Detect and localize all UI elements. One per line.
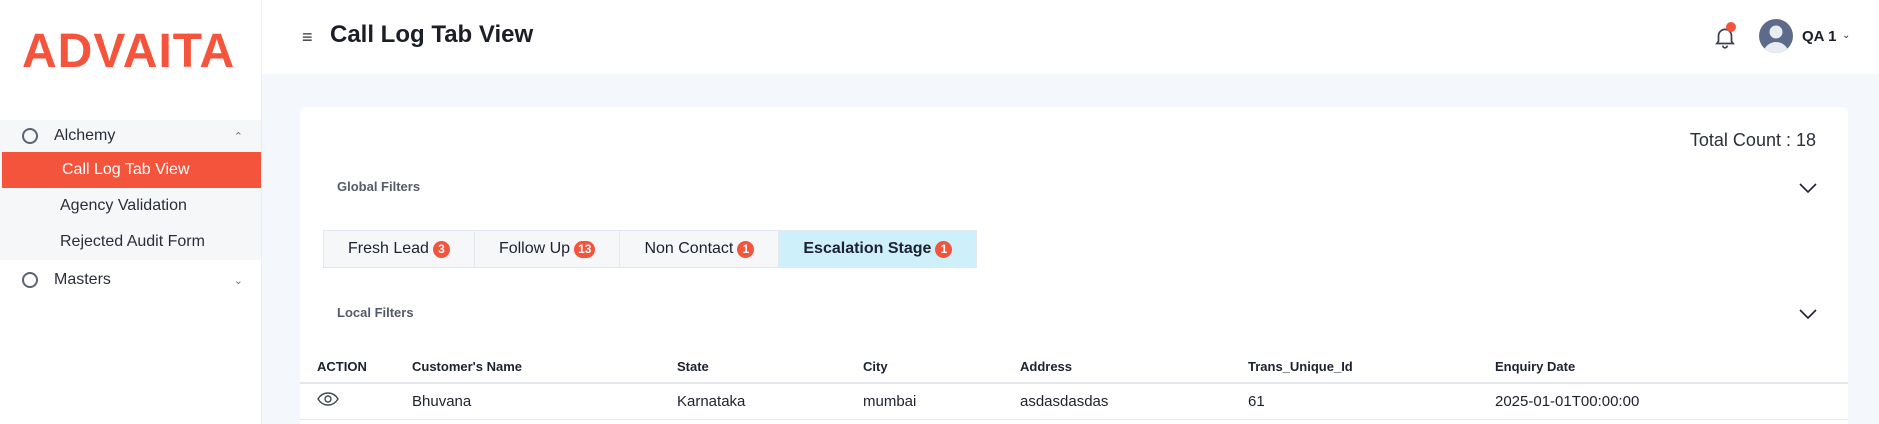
tab-follow-up[interactable]: Follow Up 13	[475, 231, 621, 267]
column-header: ACTION	[300, 351, 412, 384]
column-header: State	[677, 351, 863, 384]
column-header: Enquiry Date	[1495, 351, 1848, 384]
tab-non-contact[interactable]: Non Contact 1	[620, 231, 780, 267]
action-cell	[300, 383, 412, 420]
state-cell: Karnataka	[677, 383, 863, 420]
sidebar-group-alchemy[interactable]: Alchemy ⌃	[0, 120, 261, 152]
chevron-down-icon[interactable]: ⌄	[1842, 30, 1850, 41]
table-header-row: ACTION Customer's Name State City Addres…	[300, 351, 1848, 384]
table-row: Bhuvana Karnataka mumbai asdasdasdas 61 …	[300, 383, 1848, 420]
circle-icon	[22, 128, 38, 144]
page-title: Call Log Tab View	[330, 21, 534, 48]
chevron-down-icon: ⌄	[233, 275, 243, 287]
customer-name-cell: Bhuvana	[412, 383, 677, 420]
chevron-down-icon[interactable]	[1798, 182, 1818, 194]
brand-logo[interactable]: ADVAITA	[22, 24, 235, 79]
sidebar: ADVAITA Alchemy ⌃ Call Log Tab View Agen…	[0, 0, 262, 424]
user-avatar-icon[interactable]	[1759, 19, 1793, 53]
sidebar-group-label: Alchemy	[54, 127, 116, 144]
column-header: Customer's Name	[412, 351, 677, 384]
count-badge: 3	[432, 240, 450, 258]
hamburger-icon[interactable]: ≡	[302, 27, 313, 48]
count-badge: 13	[574, 240, 596, 258]
tab-label: Non Contact	[644, 240, 734, 257]
tab-label: Escalation Stage	[803, 240, 932, 257]
user-name[interactable]: QA 1	[1802, 28, 1836, 45]
sidebar-submenu-alchemy: Call Log Tab View Agency Validation Reje…	[0, 152, 261, 260]
sidebar-item-rejected-audit-form[interactable]: Rejected Audit Form	[0, 224, 261, 260]
sidebar-item-call-log-tab-view[interactable]: Call Log Tab View	[2, 152, 261, 188]
circle-icon	[22, 272, 38, 288]
eye-icon[interactable]	[317, 392, 339, 406]
sidebar-menu: Alchemy ⌃ Call Log Tab View Agency Valid…	[0, 120, 261, 296]
tab-escalation-stage[interactable]: Escalation Stage 1	[779, 231, 977, 267]
call-log-table: ACTION Customer's Name State City Addres…	[300, 351, 1848, 420]
chevron-up-icon: ⌃	[233, 131, 243, 143]
global-filters-label[interactable]: Global Filters	[337, 179, 420, 194]
stage-tabs: Fresh Lead 3 Follow Up 13 Non Contact 1 …	[323, 230, 978, 268]
enquiry-date-cell: 2025-01-01T00:00:00	[1495, 383, 1848, 420]
column-header: Trans_Unique_Id	[1248, 351, 1495, 384]
total-count: Total Count : 18	[1689, 130, 1816, 150]
chevron-down-icon[interactable]	[1798, 308, 1818, 320]
count-badge: 1	[737, 240, 755, 258]
local-filters-label[interactable]: Local Filters	[337, 305, 414, 320]
main-card: Total Count : 18 Global Filters Fresh Le…	[300, 107, 1848, 424]
sidebar-group-label: Masters	[54, 271, 111, 288]
tab-label: Follow Up	[498, 240, 571, 257]
trans-id-cell: 61	[1248, 383, 1495, 420]
column-header: City	[863, 351, 1020, 384]
column-header: Address	[1020, 351, 1248, 384]
city-cell: mumbai	[863, 383, 1020, 420]
top-header: ≡ Call Log Tab View QA 1 ⌄	[262, 0, 1879, 74]
notification-dot	[1726, 22, 1736, 32]
tab-fresh-lead[interactable]: Fresh Lead 3	[324, 231, 475, 267]
sidebar-group-masters[interactable]: Masters ⌄	[0, 264, 261, 296]
tab-label: Fresh Lead	[348, 240, 429, 257]
sidebar-item-agency-validation[interactable]: Agency Validation	[0, 188, 261, 224]
count-badge: 1	[935, 240, 953, 258]
address-cell: asdasdasdas	[1020, 383, 1248, 420]
